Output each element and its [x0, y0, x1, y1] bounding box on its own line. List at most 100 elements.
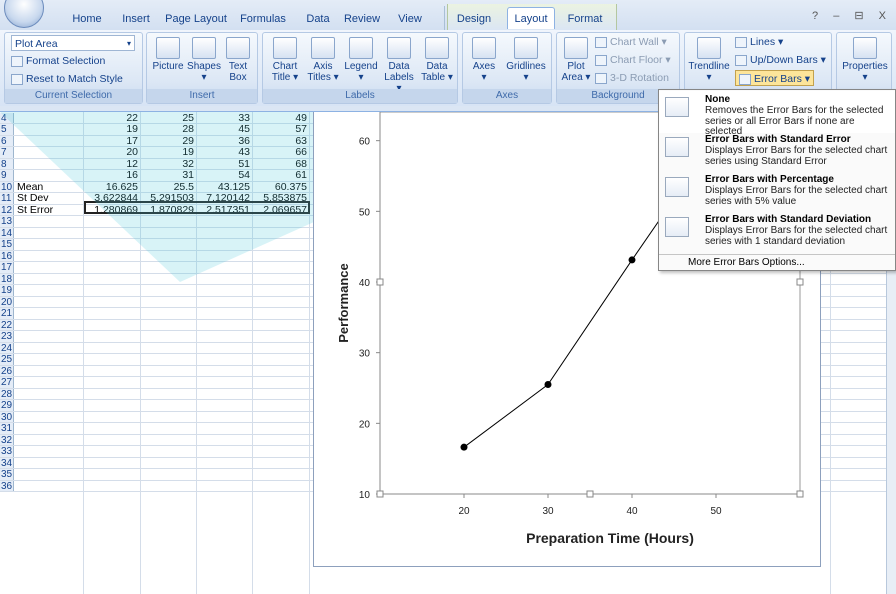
chart-wall-button[interactable]: Chart Wall ▾ — [595, 34, 667, 50]
cell[interactable]: 61 — [253, 170, 309, 181]
chart-title-button[interactable]: Chart Title ▾ — [267, 37, 303, 83]
row-header[interactable]: 19 — [0, 285, 14, 296]
office-button[interactable] — [4, 0, 44, 28]
legend-button[interactable]: Legend ▾ — [343, 37, 379, 83]
lines-button[interactable]: Lines ▾ — [735, 34, 783, 50]
row-header[interactable]: 20 — [0, 296, 14, 307]
row-header[interactable]: 18 — [0, 273, 14, 284]
tab-layout[interactable]: Layout — [507, 7, 555, 29]
row-header[interactable]: 11 — [0, 193, 14, 204]
chart-element-select[interactable]: Plot Area ▾ — [11, 35, 135, 51]
error-bars-option[interactable]: None Removes the Error Bars for the selec… — [659, 91, 895, 137]
row-header[interactable]: 25 — [0, 354, 14, 365]
tab-format[interactable]: Format — [562, 8, 608, 30]
row-header[interactable]: 15 — [0, 239, 14, 250]
row-header[interactable]: 22 — [0, 319, 14, 330]
error-bars-option[interactable]: Error Bars with Percentage Displays Error… — [659, 171, 895, 213]
picture-button[interactable]: Picture — [151, 37, 185, 72]
cell[interactable]: 25.5 — [141, 182, 196, 193]
cell[interactable] — [15, 159, 83, 170]
cell[interactable]: 36 — [197, 136, 252, 147]
cell[interactable]: 16 — [84, 170, 140, 181]
updown-bars-button[interactable]: Up/Down Bars ▾ — [735, 52, 826, 68]
row-header[interactable]: 17 — [0, 262, 14, 273]
row-header[interactable]: 6 — [0, 135, 14, 146]
cell[interactable]: 45 — [197, 124, 252, 135]
window-controls[interactable]: ? – ⊟ X — [812, 9, 892, 22]
row-header[interactable]: 34 — [0, 457, 14, 468]
cell[interactable] — [15, 124, 83, 135]
cell[interactable]: 57 — [253, 124, 309, 135]
cell[interactable] — [15, 136, 83, 147]
row-header[interactable]: 27 — [0, 377, 14, 388]
axis-titles-button[interactable]: Axis Titles ▾ — [305, 37, 341, 83]
cell[interactable]: 68 — [253, 159, 309, 170]
error-bars-option[interactable]: Error Bars with Standard Error Displays E… — [659, 131, 895, 173]
cell[interactable]: 17 — [84, 136, 140, 147]
cell[interactable]: 12 — [84, 159, 140, 170]
cell[interactable]: 19 — [84, 124, 140, 135]
row-header[interactable]: 21 — [0, 308, 14, 319]
tab-design[interactable]: Design — [452, 8, 496, 30]
data-table-button[interactable]: Data Table ▾ — [419, 37, 455, 83]
cell[interactable]: 66 — [253, 147, 309, 158]
cell[interactable]: Mean — [15, 182, 83, 193]
cell[interactable]: 51 — [197, 159, 252, 170]
row-header[interactable]: 23 — [0, 331, 14, 342]
format-selection-button[interactable]: Format Selection — [11, 53, 105, 69]
row-header[interactable]: 14 — [0, 227, 14, 238]
tab-page-layout[interactable]: Page Layout — [160, 8, 232, 30]
cell[interactable]: 54 — [197, 170, 252, 181]
tab-insert[interactable]: Insert — [112, 8, 160, 30]
cell[interactable]: St Error — [15, 205, 83, 216]
row-header[interactable]: 29 — [0, 400, 14, 411]
tab-view[interactable]: View — [392, 8, 428, 30]
row-header[interactable]: 26 — [0, 365, 14, 376]
cell[interactable]: 32 — [141, 159, 196, 170]
tab-data[interactable]: Data — [300, 8, 336, 30]
row-header[interactable]: 4 — [0, 112, 14, 123]
row-header[interactable]: 9 — [0, 170, 14, 181]
cell[interactable]: 16.625 — [84, 182, 140, 193]
cell[interactable]: 63 — [253, 136, 309, 147]
tab-review[interactable]: Review — [340, 8, 384, 30]
cell[interactable] — [15, 113, 83, 124]
cell[interactable]: 20 — [84, 147, 140, 158]
cell[interactable]: 25 — [141, 113, 196, 124]
cell[interactable]: 43 — [197, 147, 252, 158]
more-error-bars-options[interactable]: More Error Bars Options... — [659, 254, 895, 270]
cell[interactable]: 28 — [141, 124, 196, 135]
row-header[interactable]: 13 — [0, 216, 14, 227]
cell[interactable]: 33 — [197, 113, 252, 124]
cell[interactable]: 19 — [141, 147, 196, 158]
row-header[interactable]: 36 — [0, 480, 14, 491]
trendline-button[interactable]: Trendline ▾ — [687, 37, 731, 83]
row-header[interactable]: 24 — [0, 342, 14, 353]
tab-formulas[interactable]: Formulas — [234, 8, 292, 30]
gridlines-button[interactable]: Gridlines ▾ — [503, 37, 549, 83]
row-header[interactable]: 28 — [0, 388, 14, 399]
cell[interactable]: 29 — [141, 136, 196, 147]
chart-floor-button[interactable]: Chart Floor ▾ — [595, 52, 671, 68]
plot-area-button[interactable]: Plot Area ▾ — [561, 37, 591, 83]
row-header[interactable]: 10 — [0, 181, 14, 192]
data-labels-button[interactable]: DataLabels ▾ — [381, 37, 417, 94]
properties-button[interactable]: Properties ▾ — [839, 37, 891, 83]
tab-home[interactable]: Home — [64, 8, 110, 30]
row-header[interactable]: 8 — [0, 158, 14, 169]
error-bars-button[interactable]: Error Bars ▾ — [735, 70, 815, 86]
rotation-button[interactable]: 3-D Rotation — [595, 70, 669, 86]
reset-style-button[interactable]: Reset to Match Style — [11, 71, 123, 87]
axes-button[interactable]: Axes ▾ — [467, 37, 501, 83]
shapes-button[interactable]: Shapes ▾ — [187, 37, 221, 83]
row-header[interactable]: 35 — [0, 469, 14, 480]
cell[interactable]: St Dev — [15, 193, 83, 204]
row-header[interactable]: 7 — [0, 147, 14, 158]
row-header[interactable]: 16 — [0, 250, 14, 261]
row-header[interactable]: 33 — [0, 446, 14, 457]
cell[interactable] — [15, 147, 83, 158]
cell[interactable]: 31 — [141, 170, 196, 181]
text-box-button[interactable]: Text Box — [223, 37, 253, 83]
cell[interactable]: 60.375 — [253, 182, 309, 193]
row-header[interactable]: 30 — [0, 411, 14, 422]
